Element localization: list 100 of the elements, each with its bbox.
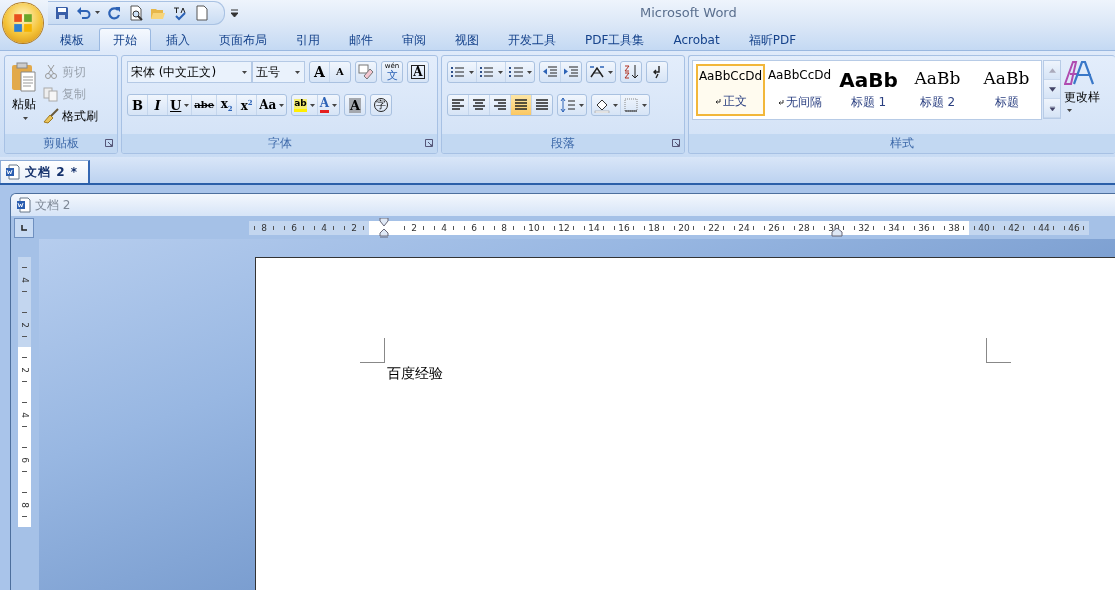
ruler-number: 16 — [609, 220, 639, 235]
change-styles-button[interactable]: 更改样 — [1064, 60, 1100, 112]
justify-button[interactable] — [511, 95, 532, 115]
document-tab[interactable]: 文档 2 * — [0, 160, 90, 183]
caret-icon — [279, 103, 285, 107]
shrink-font-button[interactable]: A — [330, 62, 350, 82]
dialog-launcher-icon[interactable] — [672, 139, 680, 147]
ruler-number: 14 — [579, 220, 609, 235]
caret-icon — [23, 117, 28, 120]
left-tab-icon — [20, 223, 28, 232]
style-item[interactable]: AaBb 标题 — [972, 64, 1041, 116]
italic-button[interactable]: I — [148, 95, 168, 115]
ribbon-tab[interactable]: 开始 — [99, 28, 151, 51]
style-item[interactable]: AaBbCcDd 正文 — [696, 64, 765, 116]
ruler-number: 44 — [1029, 220, 1059, 235]
paste-button[interactable]: 粘贴 — [11, 60, 37, 134]
ruler-number: 4 — [19, 411, 30, 418]
style-item[interactable]: AaBbCcDd 无间隔 — [765, 64, 834, 116]
print-preview-icon — [128, 4, 144, 21]
ruler-number: 38 — [939, 220, 969, 235]
copy-icon — [43, 86, 59, 102]
align-center-icon — [471, 97, 487, 113]
underline-button[interactable]: U — [168, 95, 193, 115]
indent-marker-icon[interactable] — [379, 217, 389, 238]
ruler-number: 10 — [519, 220, 549, 235]
brush-icon — [43, 108, 59, 124]
ribbon-tab[interactable]: PDF工具集 — [571, 28, 659, 51]
sort-button[interactable] — [621, 62, 641, 82]
office-logo-icon — [12, 12, 34, 34]
ruler-number: 2 — [339, 220, 369, 235]
grow-font-button[interactable]: A — [310, 62, 330, 82]
font-color-glyph: A — [319, 97, 330, 113]
superscript-button[interactable]: x$^{2}$ — [237, 95, 258, 115]
dialog-launcher-icon[interactable] — [105, 139, 113, 147]
subscript-button[interactable]: x$_{2}$ — [217, 95, 238, 115]
scroll-down-icon[interactable] — [1044, 80, 1060, 99]
ribbon-tab[interactable]: 插入 — [152, 28, 204, 51]
office-button[interactable] — [3, 3, 43, 43]
ruler-number: 28 — [789, 220, 819, 235]
font-color-button[interactable]: A — [317, 95, 340, 115]
clear-formatting-button[interactable] — [356, 62, 376, 82]
right-indent-marker-icon[interactable] — [831, 226, 843, 237]
ruler-number: 18 — [639, 220, 669, 235]
ribbon-tab[interactable]: 邮件 — [335, 28, 387, 51]
ribbon-tab[interactable]: 福昕PDF — [734, 28, 811, 51]
ribbon-tab[interactable]: Acrobat — [659, 28, 734, 51]
dialog-launcher-icon[interactable] — [425, 139, 433, 147]
brush-button[interactable]: 格式刷 — [43, 107, 98, 125]
font-name-field[interactable]: 宋体 (中文正文) — [127, 61, 252, 83]
ruler-number: 40 — [969, 220, 999, 235]
scissors-icon — [43, 64, 59, 80]
margin-corner-mark — [360, 338, 385, 363]
decrease-indent-button[interactable] — [540, 62, 561, 82]
numbered-list-button[interactable] — [477, 62, 506, 82]
save-icon — [54, 4, 70, 21]
borders-button[interactable] — [621, 95, 649, 115]
font-size-field[interactable]: 五号 — [252, 61, 305, 83]
line-spacing-button[interactable] — [558, 95, 586, 115]
tab-selector-button[interactable] — [14, 217, 34, 238]
ruler-number: 36 — [909, 220, 939, 235]
margin-corner-mark — [986, 338, 1011, 363]
ruler-number: 46 — [1059, 220, 1089, 235]
ruler-number: 6 — [279, 220, 309, 235]
ruler-number: 26 — [759, 220, 789, 235]
caret-icon — [242, 70, 247, 74]
style-item[interactable]: AaBb 标题 2 — [903, 64, 972, 116]
ribbon-tab[interactable]: 开发工具 — [494, 28, 570, 51]
group-title: 剪贴板 — [43, 135, 79, 152]
word-document-icon — [5, 164, 21, 180]
bullet-list-button[interactable] — [448, 62, 477, 82]
ruler-number: 22 — [699, 220, 729, 235]
more-styles-icon[interactable] — [1044, 99, 1060, 118]
highlighter-glyph: ab — [294, 98, 307, 112]
ribbon-tab[interactable]: 模板 — [46, 28, 98, 51]
asian-layout-icon — [589, 64, 605, 80]
ribbon-tab[interactable]: 审阅 — [388, 28, 440, 51]
ribbon-tab[interactable]: 视图 — [441, 28, 493, 51]
change-case-button[interactable]: Aa — [257, 95, 287, 115]
caret-icon — [527, 70, 532, 74]
group-title: 字体 — [267, 135, 292, 152]
group-title: 样式 — [890, 135, 914, 152]
highlight-button[interactable]: ab — [292, 95, 318, 115]
paint-bucket-button[interactable] — [592, 95, 621, 115]
ribbon-tab[interactable]: 页面布局 — [205, 28, 281, 51]
style-item[interactable]: AaBb 标题 1 — [834, 64, 903, 116]
ribbon-tab[interactable]: 引用 — [282, 28, 334, 51]
caret-icon — [295, 70, 300, 74]
multilevel-list-icon — [508, 64, 524, 80]
caret-icon — [1067, 109, 1072, 112]
ruler-number: 20 — [669, 220, 699, 235]
gallery-scrollbar[interactable] — [1043, 60, 1061, 119]
strikethrough-button[interactable]: abe — [192, 95, 218, 115]
customize-toolbar-icon[interactable] — [231, 8, 238, 17]
bold-button[interactable]: B — [128, 95, 148, 115]
ruler-number: 4 — [429, 220, 459, 235]
ruler-number: 2 — [399, 220, 429, 235]
new-document-icon — [194, 4, 210, 21]
caret-icon — [332, 103, 338, 107]
increase-indent-icon — [563, 64, 579, 80]
justify-icon — [513, 97, 529, 113]
